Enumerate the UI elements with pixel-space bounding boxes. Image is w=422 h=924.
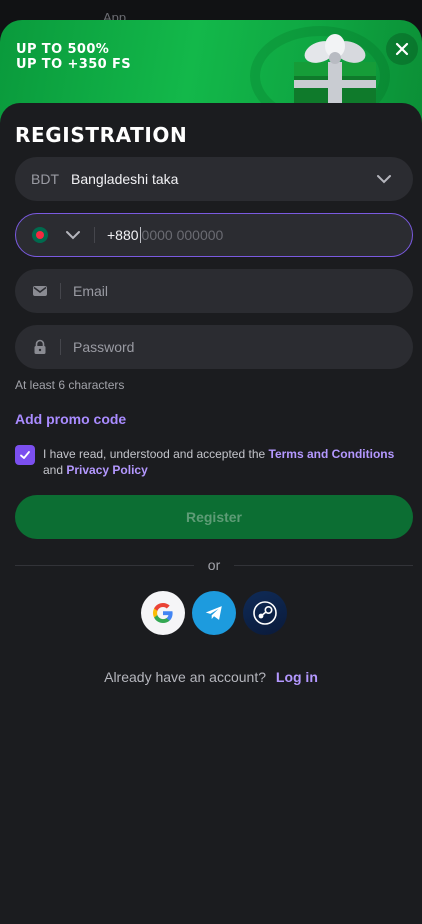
google-login-button[interactable] <box>141 591 185 635</box>
field-divider <box>60 339 61 355</box>
password-field[interactable]: Password <box>15 325 413 369</box>
phone-prefix: +880 <box>107 227 139 243</box>
google-icon <box>153 603 173 623</box>
promo-line-1: UP TO 500% <box>16 42 110 57</box>
close-icon <box>395 42 409 56</box>
registration-sheet: REGISTRATION BDT Bangladeshi taka +880 0… <box>0 103 422 924</box>
currency-name: Bangladeshi taka <box>71 171 179 187</box>
privacy-policy-link[interactable]: Privacy Policy <box>66 463 147 477</box>
password-input[interactable]: Password <box>73 339 134 355</box>
password-hint: At least 6 characters <box>15 378 125 392</box>
text-caret <box>139 227 141 243</box>
terms-text: I have read, understood and accepted the… <box>43 446 415 478</box>
close-button[interactable] <box>386 33 418 65</box>
page-title: REGISTRATION <box>15 123 188 147</box>
promo-text: UP TO 500% UP TO +350 FS <box>16 42 131 72</box>
terms-text-and: and <box>43 463 67 477</box>
phone-field[interactable]: +880 0000 000000 <box>15 213 413 257</box>
or-separator: or <box>15 556 414 574</box>
login-link[interactable]: Log in <box>276 669 318 685</box>
separator-line <box>234 564 414 566</box>
promo-line-2: UP TO +350 FS <box>16 57 132 72</box>
chevron-down-icon <box>377 175 391 184</box>
separator-line <box>15 564 194 566</box>
email-field[interactable]: Email <box>15 269 413 313</box>
steam-icon <box>253 601 277 625</box>
currency-code: BDT <box>31 171 59 187</box>
login-prompt-row: Already have an account? Log in <box>0 669 422 685</box>
telegram-icon <box>205 606 222 620</box>
chevron-down-icon[interactable] <box>64 226 82 244</box>
register-button[interactable]: Register <box>15 495 413 539</box>
add-promo-code-link[interactable]: Add promo code <box>15 411 126 427</box>
terms-link[interactable]: Terms and Conditions <box>269 447 395 461</box>
telegram-login-button[interactable] <box>192 591 236 635</box>
currency-select[interactable]: BDT Bangladeshi taka <box>15 157 413 201</box>
field-divider <box>94 227 95 243</box>
field-divider <box>60 283 61 299</box>
login-prompt: Already have an account? <box>104 669 266 685</box>
checkmark-icon <box>20 451 30 459</box>
lock-icon <box>34 339 46 354</box>
bangladesh-flag-icon[interactable] <box>32 227 48 243</box>
terms-text-before: I have read, understood and accepted the <box>43 447 269 461</box>
envelope-icon <box>33 286 47 296</box>
separator-text: or <box>207 557 221 573</box>
terms-checkbox[interactable] <box>15 445 35 465</box>
steam-login-button[interactable] <box>243 591 287 635</box>
email-input[interactable]: Email <box>73 283 108 299</box>
phone-input[interactable]: 0000 000000 <box>142 227 224 243</box>
